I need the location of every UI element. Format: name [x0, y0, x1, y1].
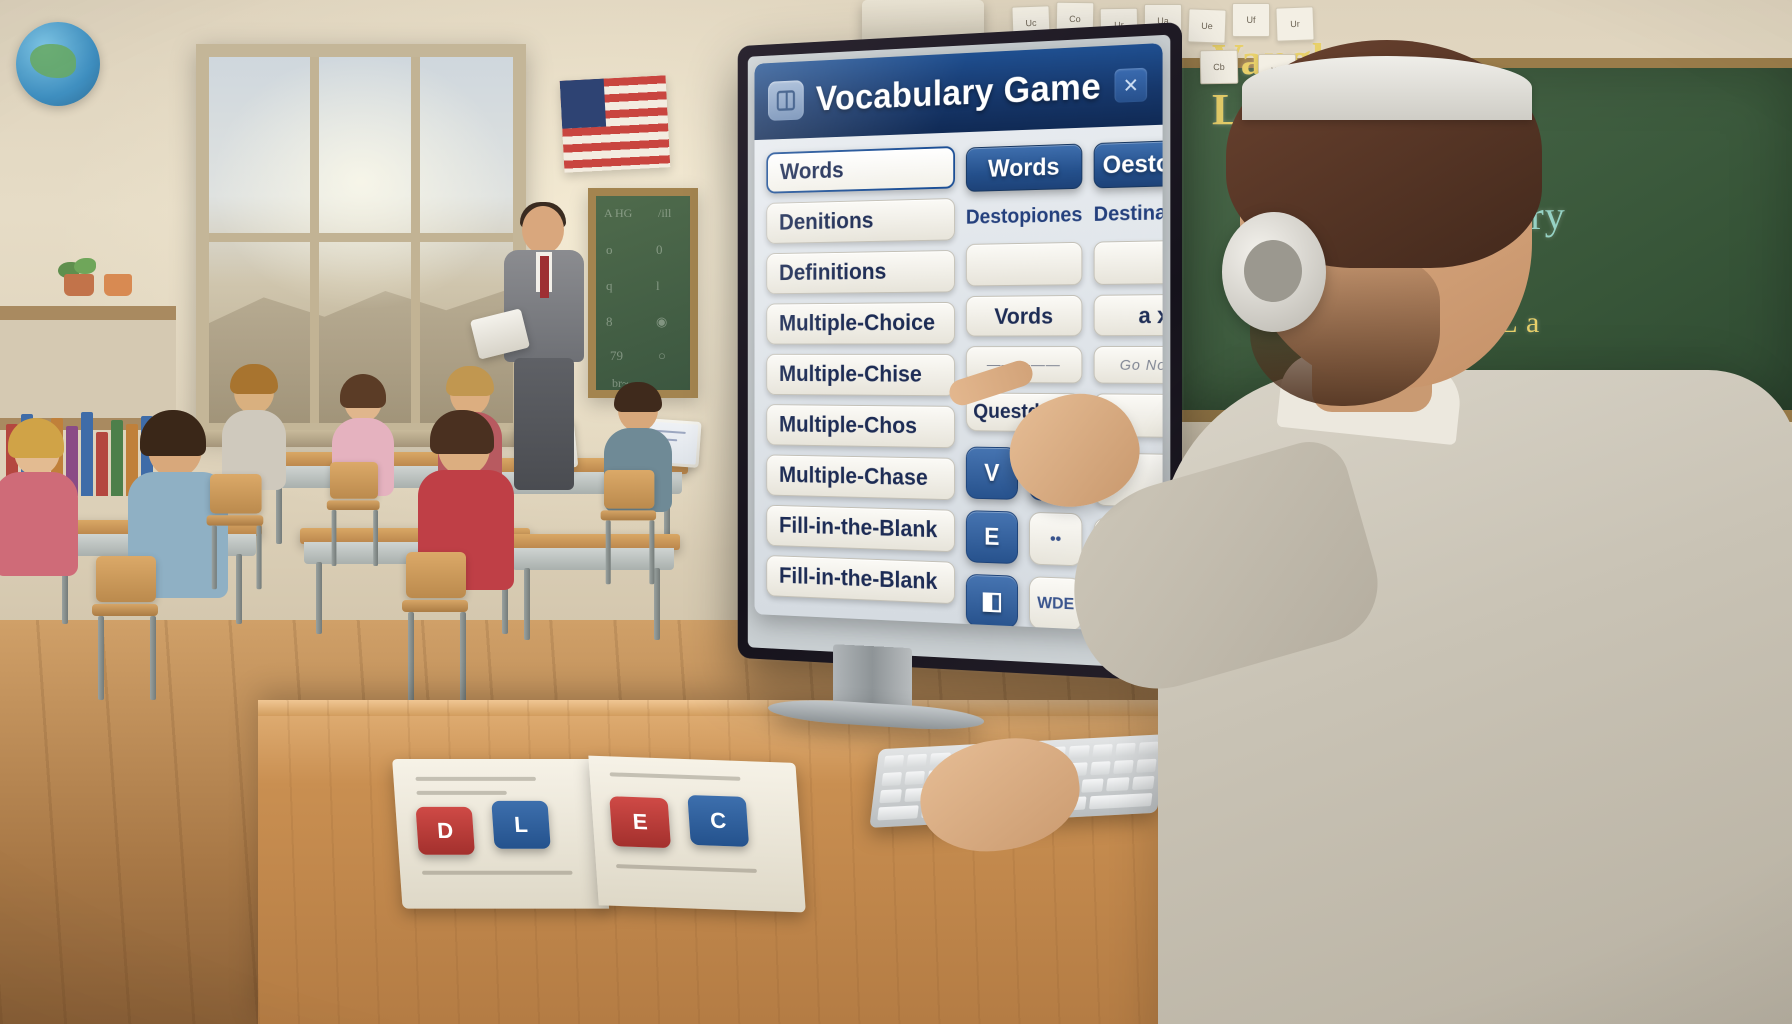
middle-sub-label: Destopiones	[965, 203, 1083, 229]
teacher-legs	[514, 358, 574, 490]
option-button-words[interactable]: Words	[766, 146, 956, 194]
book-tile-c: C	[687, 794, 750, 847]
window-app-icon	[768, 80, 804, 121]
potted-plant	[56, 258, 102, 296]
book-page-left: D L	[392, 758, 610, 909]
middle-word-button[interactable]: Vords	[965, 294, 1083, 337]
option-button-fill-in-the-blank[interactable]: Fill-in-the-Blank	[766, 504, 956, 553]
teacher-head	[522, 206, 564, 254]
option-button-definitions[interactable]: Definitions	[766, 249, 956, 295]
book-tile-e: E	[609, 796, 672, 849]
headphones-earcup	[1222, 212, 1326, 332]
option-button-multiple-choice[interactable]: Multiple-Choice	[766, 301, 956, 345]
classroom-scene: A HG /ill o 0 q l 8 ◉ 79 ○ br~ Vangbulag…	[0, 0, 1792, 1024]
middle-blank-field[interactable]	[965, 241, 1083, 287]
teacher-tie	[540, 256, 549, 298]
book-page-right: E C	[588, 755, 806, 913]
shelf-board	[0, 306, 176, 320]
book-tile-l: L	[491, 800, 551, 849]
dialog-title: Vocabulary Game	[815, 65, 1102, 119]
shelf-back-panel	[0, 320, 176, 418]
teacher	[469, 202, 596, 506]
globe-poster-icon	[16, 22, 100, 106]
chalkboard-left: A HG /ill o 0 q l 8 ◉ 79 ○ br~	[588, 188, 698, 398]
option-button-multiple-chos[interactable]: Multiple-Chos	[766, 404, 956, 449]
tile-dots[interactable]: ••	[1029, 511, 1083, 567]
plant-pot-secondary	[104, 274, 132, 296]
book-tile-d: D	[415, 806, 476, 855]
plant-pot	[64, 274, 94, 296]
option-button-multiple-chise[interactable]: Multiple-Chise	[766, 353, 956, 397]
tile-flag[interactable]: ◧	[965, 573, 1019, 629]
option-button-fill-in-the-blank-2[interactable]: Fill-in-the-Blank	[766, 555, 956, 605]
dialog-titlebar: Vocabulary Game ✕	[754, 42, 1163, 141]
option-button-multiple-chase[interactable]: Multiple-Chase	[766, 454, 956, 501]
left-option-column: Words Denitions Definitions Multiple-Cho…	[766, 146, 956, 625]
primary-button-words[interactable]: Words	[965, 143, 1083, 192]
headphones-band	[1242, 56, 1532, 120]
flag-canton	[559, 78, 607, 129]
option-button-denitions[interactable]: Denitions	[766, 197, 956, 244]
usa-flag	[559, 75, 671, 173]
open-book: D L E C	[392, 738, 806, 933]
foreground-person	[913, 40, 1792, 1024]
tile-e[interactable]: E	[965, 510, 1019, 565]
window-mullion-horizontal	[209, 233, 513, 242]
